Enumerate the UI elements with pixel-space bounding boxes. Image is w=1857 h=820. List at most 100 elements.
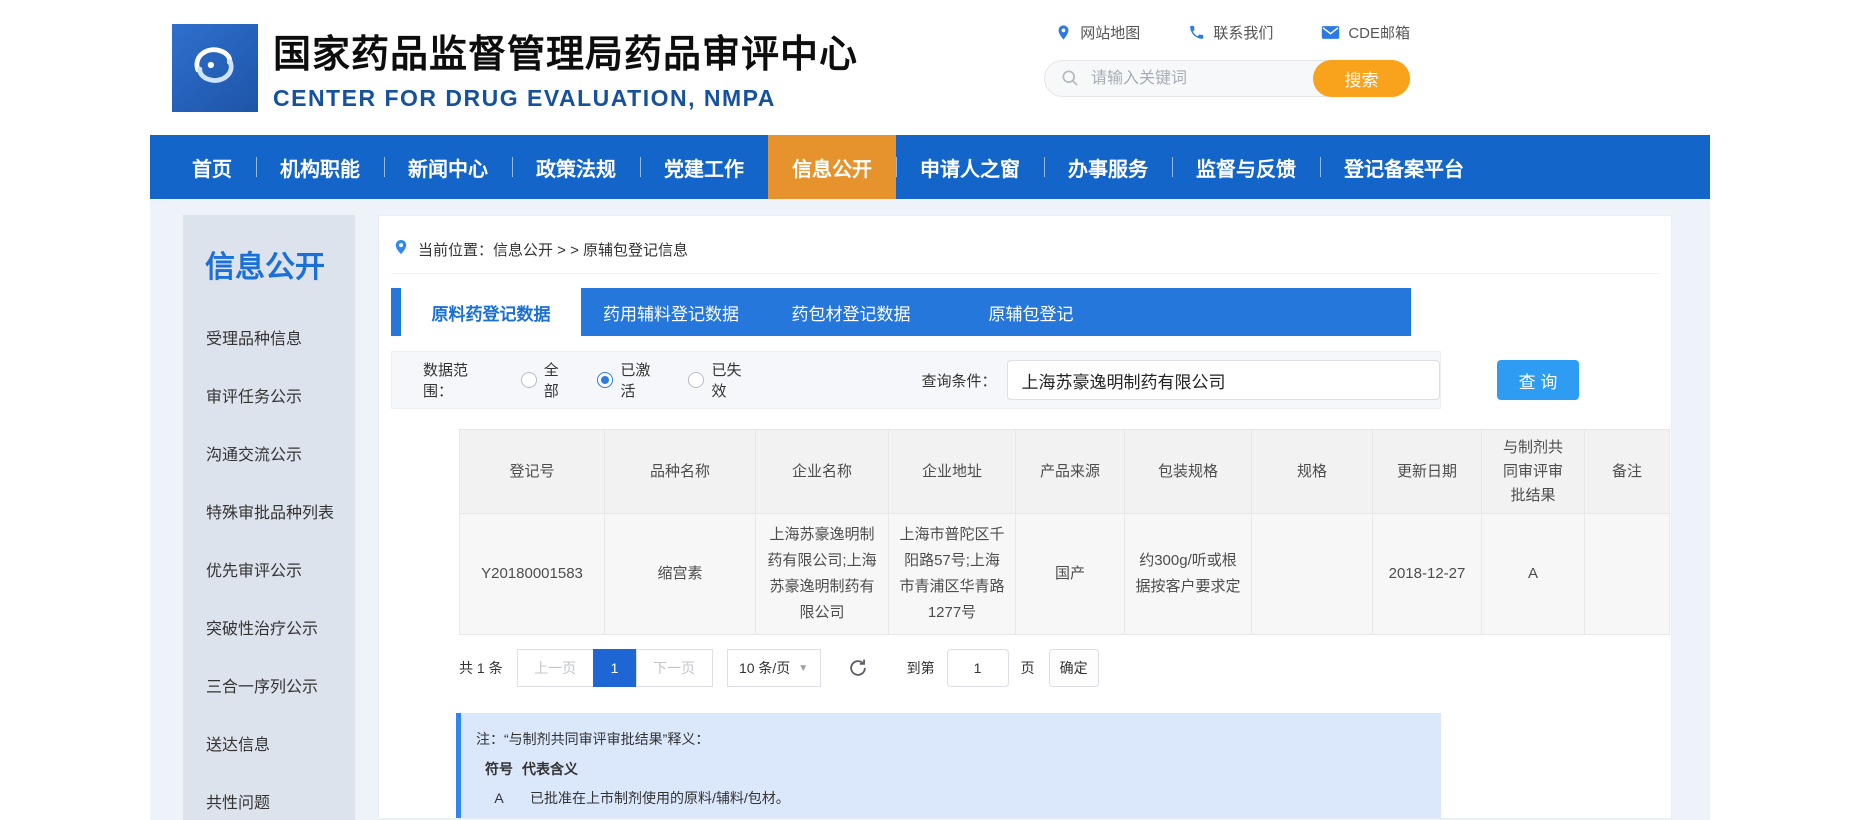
search-icon xyxy=(1060,68,1080,93)
radio-option-active[interactable]: 已激活 xyxy=(597,359,662,401)
radio-checked-icon xyxy=(597,372,613,388)
col-variety-name: 品种名称 xyxy=(605,430,756,514)
quick-links: 网站地图 联系我们 CDE邮箱 xyxy=(1055,22,1410,43)
cell-update-date: 2018-12-27 xyxy=(1373,514,1482,635)
main-area: 信息公开 受理品种信息 审评任务公示 沟通交流公示 特殊审批品种列表 优先审评公… xyxy=(150,199,1710,820)
nav-item-supervision-feedback[interactable]: 监督与反馈 xyxy=(1172,135,1320,199)
note-symbol-a: A xyxy=(476,784,522,812)
cde-logo xyxy=(172,24,258,112)
nav-item-news-center[interactable]: 新闻中心 xyxy=(384,135,512,199)
nav-item-services[interactable]: 办事服务 xyxy=(1044,135,1172,199)
nav-item-party-building[interactable]: 党建工作 xyxy=(640,135,768,199)
col-company-name: 企业名称 xyxy=(756,430,889,514)
sidebar-item-breakthrough-therapy[interactable]: 突破性治疗公示 xyxy=(183,598,355,656)
location-pin-icon xyxy=(1055,24,1072,41)
cell-remarks xyxy=(1585,514,1670,635)
note-row-i: I 尚未通过与制剂共同审评审批的原料/辅料/包材。 xyxy=(476,813,1441,819)
radio-circle-icon xyxy=(521,372,537,388)
nav-item-home[interactable]: 首页 xyxy=(168,135,256,199)
sidebar-item-three-in-one[interactable]: 三合一序列公示 xyxy=(183,656,355,714)
main-nav: 首页 机构职能 新闻中心 政策法规 党建工作 信息公开 申请人之窗 办事服务 监… xyxy=(150,135,1710,199)
page-size-value: 10 条/页 xyxy=(739,658,790,678)
tab-packaging-registration-data[interactable]: 药包材登记数据 xyxy=(761,288,941,336)
nav-item-registration-platform[interactable]: 登记备案平台 xyxy=(1320,135,1488,199)
tab-api-registration-data[interactable]: 原料药登记数据 xyxy=(401,288,581,336)
note-symbol-i: I xyxy=(476,813,522,819)
radio-option-expired-label: 已失效 xyxy=(711,359,753,401)
sidebar-item-review-tasks[interactable]: 审评任务公示 xyxy=(183,366,355,424)
link-cde-mail[interactable]: CDE邮箱 xyxy=(1321,22,1410,43)
caret-down-icon: ▼ xyxy=(798,663,808,674)
col-packaging-spec: 包装规格 xyxy=(1125,430,1252,514)
tab-excipient-registration-data[interactable]: 药用辅料登记数据 xyxy=(581,288,761,336)
nav-item-policy[interactable]: 政策法规 xyxy=(512,135,640,199)
cell-packaging-spec: 约300g/听或根据按客户要求定 xyxy=(1125,514,1252,635)
site-subtitle: CENTER FOR DRUG EVALUATION, NMPA xyxy=(273,85,858,112)
sidebar-item-communication[interactable]: 沟通交流公示 xyxy=(183,424,355,482)
filter-band: 数据范围： 全部 已激活 已失效 查询条件： xyxy=(391,351,1441,409)
radio-option-all-label: 全部 xyxy=(544,359,572,401)
sidebar-title: 信息公开 xyxy=(183,215,355,286)
sidebar-item-common-issues[interactable]: 共性问题 xyxy=(183,772,355,820)
header-inner: 国家药品监督管理局药品审评中心 CENTER FOR DRUG EVALUATI… xyxy=(150,0,1710,135)
note-header: 符号 代表含义 xyxy=(476,755,1441,783)
radio-option-expired[interactable]: 已失效 xyxy=(688,359,753,401)
pagination: 共 1 条 上一页 1 下一页 10 条/页 ▼ 到第 页 确定 xyxy=(459,649,1671,687)
cell-registration-no: Y20180001583 xyxy=(460,514,605,635)
next-page-button[interactable]: 下一页 xyxy=(636,649,713,687)
sidebar-item-delivery-info[interactable]: 送达信息 xyxy=(183,714,355,772)
sidebar-item-special-approval-list[interactable]: 特殊审批品种列表 xyxy=(183,482,355,540)
query-input[interactable] xyxy=(1007,360,1441,400)
note-meaning-a: 已批准在上市制剂使用的原料/辅料/包材。 xyxy=(530,784,790,812)
note-meaning-i: 尚未通过与制剂共同审评审批的原料/辅料/包材。 xyxy=(530,813,832,819)
registration-table: 登记号 品种名称 企业名称 企业地址 产品来源 包装规格 规格 更新日期 与制剂… xyxy=(459,429,1670,635)
col-remarks: 备注 xyxy=(1585,430,1670,514)
prev-page-button[interactable]: 上一页 xyxy=(517,649,594,687)
cell-company-name: 上海苏豪逸明制药有限公司;上海苏豪逸明制药有限公司 xyxy=(756,514,889,635)
sidebar-item-accepted-varieties[interactable]: 受理品种信息 xyxy=(183,308,355,366)
goto-page-input[interactable] xyxy=(947,649,1009,687)
link-contact-label: 联系我们 xyxy=(1213,22,1273,43)
cell-joint-review-result: A xyxy=(1482,514,1585,635)
cell-spec xyxy=(1252,514,1373,635)
nav-item-info-disclosure[interactable]: 信息公开 xyxy=(768,135,896,199)
goto-confirm-button[interactable]: 确定 xyxy=(1049,649,1099,687)
breadcrumb-text: 当前位置：信息公开 > > 原辅包登记信息 xyxy=(418,239,688,260)
cell-product-origin: 国产 xyxy=(1016,514,1125,635)
nav-item-org-functions[interactable]: 机构职能 xyxy=(256,135,384,199)
radio-option-all[interactable]: 全部 xyxy=(521,359,572,401)
content-card: 当前位置：信息公开 > > 原辅包登记信息 原料药登记数据 药用辅料登记数据 药… xyxy=(378,215,1672,819)
col-spec: 规格 xyxy=(1252,430,1373,514)
col-registration-no: 登记号 xyxy=(460,430,605,514)
page-size-select[interactable]: 10 条/页 ▼ xyxy=(727,649,821,687)
radio-circle-icon xyxy=(688,372,704,388)
sidebar: 信息公开 受理品种信息 审评任务公示 沟通交流公示 特殊审批品种列表 优先审评公… xyxy=(183,215,355,820)
page-number-button[interactable]: 1 xyxy=(593,649,637,687)
sidebar-item-priority-review[interactable]: 优先审评公示 xyxy=(183,540,355,598)
brand-block: 国家药品监督管理局药品审评中心 CENTER FOR DRUG EVALUATI… xyxy=(273,23,858,112)
header-right: 网站地图 联系我们 CDE邮箱 xyxy=(1044,22,1410,97)
refresh-icon[interactable] xyxy=(847,656,871,680)
col-product-origin: 产品来源 xyxy=(1016,430,1125,514)
query-button[interactable]: 查 询 xyxy=(1497,360,1579,400)
pagination-total: 共 1 条 xyxy=(459,658,503,678)
tab-yfb-registration[interactable]: 原辅包登记 xyxy=(941,288,1121,336)
link-sitemap[interactable]: 网站地图 xyxy=(1055,22,1140,43)
link-contact[interactable]: 联系我们 xyxy=(1188,22,1273,43)
cde-logo-swirl-icon xyxy=(184,34,246,101)
search-button[interactable]: 搜索 xyxy=(1313,60,1410,97)
cell-company-address: 上海市普陀区千阳路57号;上海市青浦区华青路1277号 xyxy=(889,514,1016,635)
goto-page-label: 到第 xyxy=(907,658,935,678)
table-row: Y20180001583 缩宫素 上海苏豪逸明制药有限公司;上海苏豪逸明制药有限… xyxy=(460,514,1670,635)
note-header-symbol: 符号 xyxy=(476,755,522,783)
sidebar-list: 受理品种信息 审评任务公示 沟通交流公示 特殊审批品种列表 优先审评公示 突破性… xyxy=(183,308,355,820)
breadcrumb: 当前位置：信息公开 > > 原辅包登记信息 xyxy=(391,216,1659,274)
site-title: 国家药品监督管理局药品审评中心 xyxy=(273,23,858,78)
radio-option-active-label: 已激活 xyxy=(620,359,662,401)
search-bar: 搜索 xyxy=(1044,60,1410,97)
nav-item-applicant-window[interactable]: 申请人之窗 xyxy=(896,135,1044,199)
site-header: 国家药品监督管理局药品审评中心 CENTER FOR DRUG EVALUATI… xyxy=(0,0,1857,135)
note-line1: 注：“与制剂共同审评审批结果”释义： xyxy=(476,725,1441,753)
link-cde-mail-label: CDE邮箱 xyxy=(1348,22,1410,43)
page: 国家药品监督管理局药品审评中心 CENTER FOR DRUG EVALUATI… xyxy=(0,0,1857,820)
